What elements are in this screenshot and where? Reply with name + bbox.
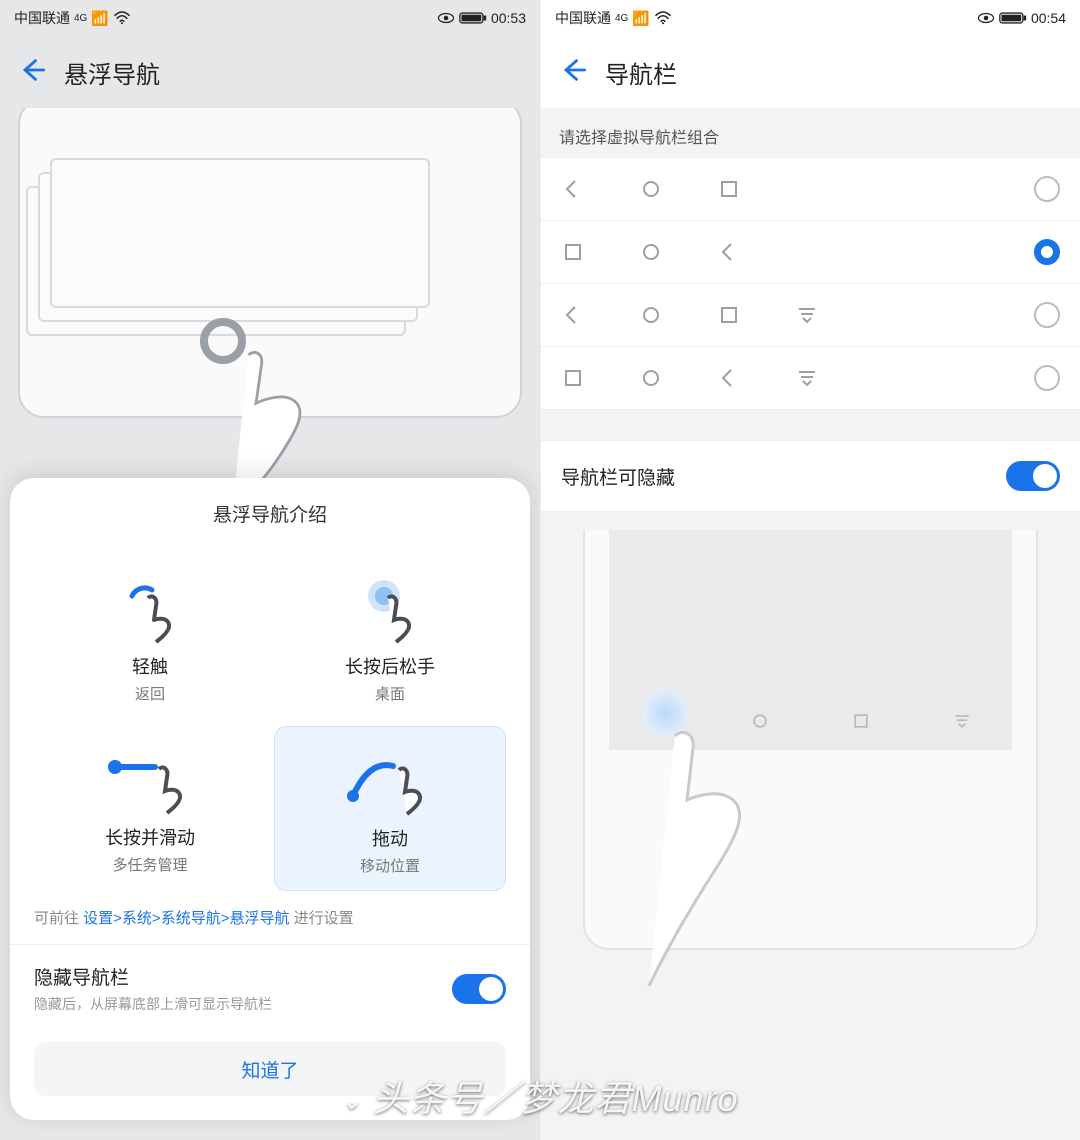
- tap-icon: [118, 577, 182, 647]
- network-4g-icon: 4G: [615, 13, 628, 24]
- back-button[interactable]: [559, 56, 587, 89]
- recent-icon: [717, 303, 741, 327]
- signal-icon: 📶: [91, 10, 108, 27]
- wifi-icon: [113, 11, 131, 25]
- hide-navbar-desc: 隐藏后，从屏幕底部上滑可显示导航栏: [34, 994, 272, 1014]
- navbar-combo-option[interactable]: [541, 221, 1080, 284]
- home-icon: [639, 366, 663, 390]
- battery-icon: [459, 11, 487, 25]
- hide-navbar-row[interactable]: 隐藏导航栏 隐藏后，从屏幕底部上滑可显示导航栏: [10, 945, 530, 1022]
- status-bar: 中国联通 4G 📶 00:53: [0, 0, 540, 36]
- path-hint: 可前往 设置>系统>系统导航>悬浮导航 进行设置: [10, 891, 530, 945]
- section-title: 请选择虚拟导航栏组合: [541, 108, 1080, 158]
- radio-button[interactable]: [1034, 239, 1060, 265]
- title-bar: 导航栏: [541, 36, 1080, 108]
- eye-comfort-icon: [437, 11, 455, 25]
- recent-icon: [717, 177, 741, 201]
- title-bar: 悬浮导航: [0, 36, 540, 108]
- gesture-drag[interactable]: 拖动 移动位置: [274, 726, 506, 891]
- eye-comfort-icon: [977, 11, 995, 25]
- gesture-longpress-slide[interactable]: 长按并滑动 多任务管理: [34, 726, 266, 891]
- home-icon: [750, 711, 770, 731]
- gesture-sub: 移动位置: [360, 855, 420, 876]
- radio-button[interactable]: [1034, 302, 1060, 328]
- navbar-combo-option[interactable]: [541, 284, 1080, 347]
- gesture-sub: 返回: [135, 683, 165, 704]
- got-it-button[interactable]: 知道了: [34, 1042, 506, 1096]
- signal-icon: 📶: [632, 10, 649, 27]
- gesture-title: 长按并滑动: [105, 824, 195, 850]
- collapse-icon: [795, 303, 819, 327]
- navbar-combo-option[interactable]: [541, 158, 1080, 221]
- gesture-title: 拖动: [372, 825, 408, 851]
- gesture-longpress[interactable]: 长按后松手 桌面: [274, 555, 506, 718]
- back-icon: [561, 303, 585, 327]
- sheet-title: 悬浮导航介绍: [10, 500, 530, 527]
- settings-path-link[interactable]: 设置>系统>系统导航>悬浮导航: [83, 910, 289, 927]
- recent-icon: [851, 711, 871, 731]
- radio-button[interactable]: [1034, 365, 1060, 391]
- hide-navbar-toggle[interactable]: [452, 974, 506, 1004]
- recent-icon: [561, 366, 585, 390]
- back-icon: [717, 366, 741, 390]
- screen-navbar-settings: 中国联通 4G 📶 00:54 导航栏 请选择虚拟导航栏组合 导航栏可隐藏: [540, 0, 1080, 1140]
- home-icon: [639, 303, 663, 327]
- battery-icon: [999, 11, 1027, 25]
- navbar-hideable-toggle[interactable]: [1006, 461, 1060, 491]
- drag-icon: [345, 749, 435, 819]
- longpress-icon: [358, 577, 422, 647]
- navbar-hideable-label: 导航栏可隐藏: [561, 463, 675, 490]
- collapse-icon: [795, 366, 819, 390]
- back-button[interactable]: [18, 56, 46, 89]
- navbar-hideable-row[interactable]: 导航栏可隐藏: [541, 440, 1080, 512]
- gesture-sub: 多任务管理: [112, 854, 187, 875]
- back-icon: [561, 177, 585, 201]
- hide-navbar-title: 隐藏导航栏: [34, 963, 272, 990]
- network-4g-icon: 4G: [74, 13, 87, 24]
- gesture-title: 轻触: [132, 653, 168, 679]
- home-icon: [639, 240, 663, 264]
- page-title: 导航栏: [605, 55, 677, 90]
- intro-sheet: 悬浮导航介绍 轻触 返回 长按后松手 桌面 长按并滑动: [10, 478, 530, 1120]
- radio-button[interactable]: [1034, 176, 1060, 202]
- wifi-icon: [654, 11, 672, 25]
- carrier-label: 中国联通: [14, 8, 70, 28]
- home-icon: [639, 177, 663, 201]
- screen-floating-nav: 中国联通 4G 📶 00:53 悬浮导航: [0, 0, 540, 1140]
- clock-label: 00:53: [491, 10, 526, 26]
- page-title: 悬浮导航: [64, 55, 160, 90]
- navbar-preview-illustration: [583, 530, 1038, 950]
- gesture-title: 长按后松手: [345, 653, 435, 679]
- slide-icon: [105, 748, 195, 818]
- back-icon: [717, 240, 741, 264]
- recent-icon: [561, 240, 585, 264]
- gesture-sub: 桌面: [375, 683, 405, 704]
- collapse-icon: [952, 711, 972, 731]
- status-bar: 中国联通 4G 📶 00:54: [541, 0, 1080, 36]
- carrier-label: 中国联通: [555, 8, 611, 28]
- gesture-tap[interactable]: 轻触 返回: [34, 555, 266, 718]
- navbar-combo-option[interactable]: [541, 347, 1080, 410]
- hand-illustration-icon: [645, 730, 825, 990]
- clock-label: 00:54: [1031, 10, 1066, 26]
